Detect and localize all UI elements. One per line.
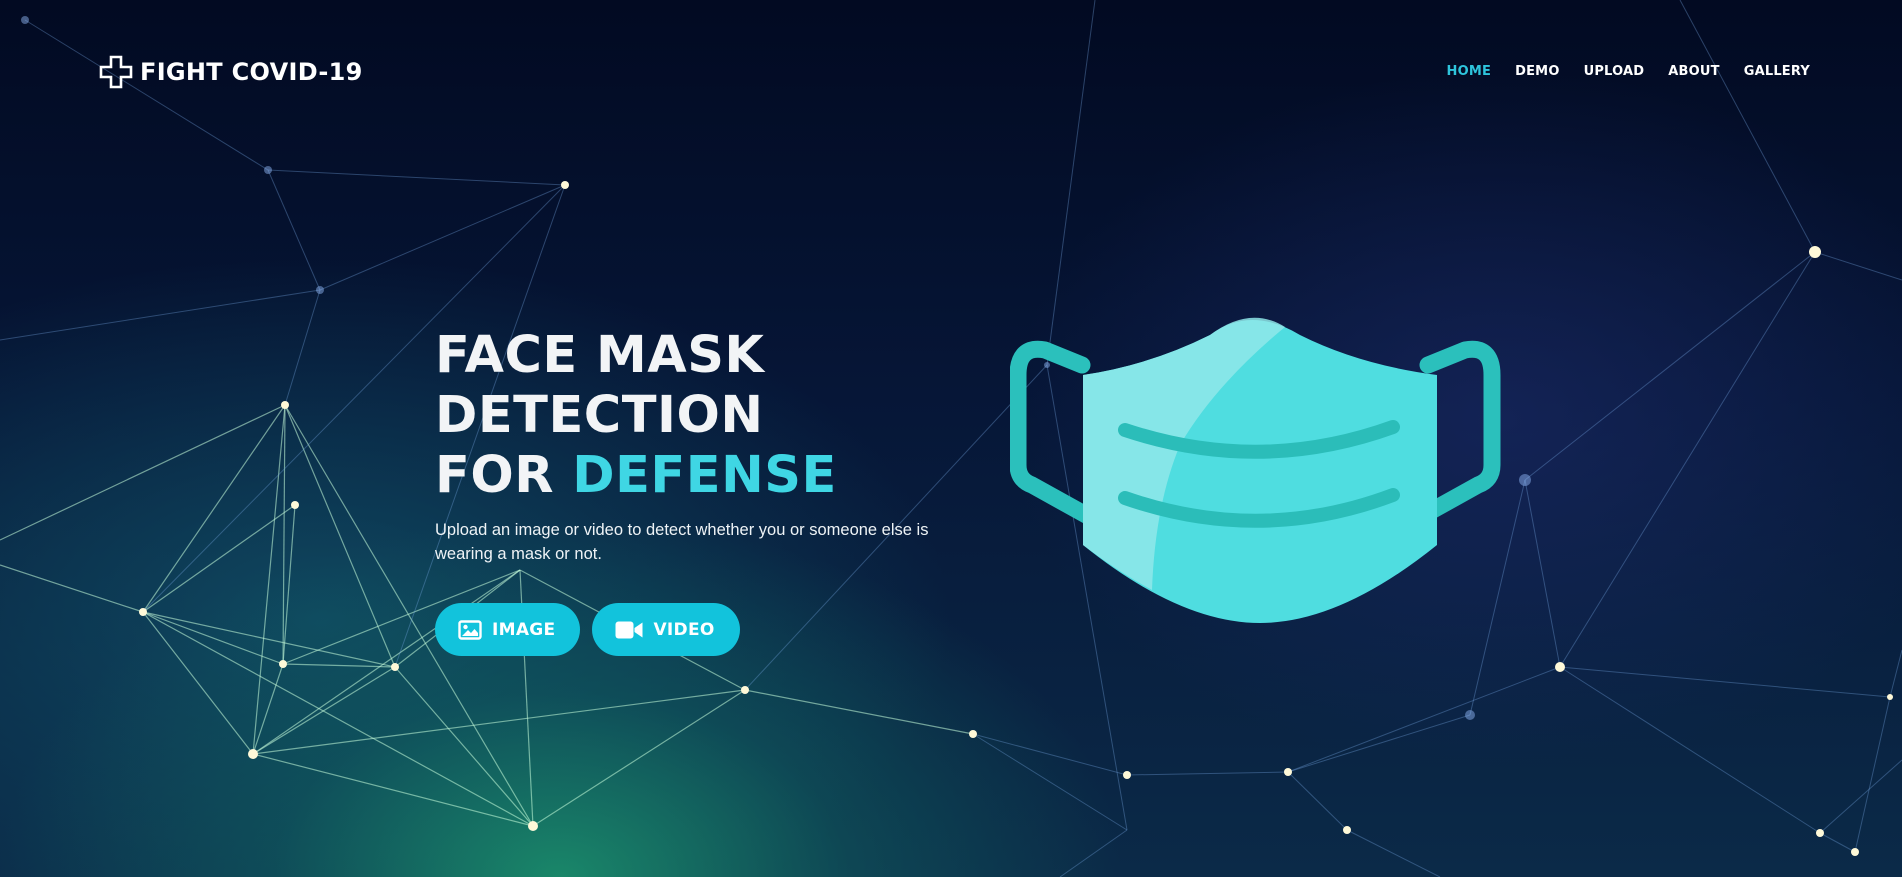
- face-mask-icon: [1010, 317, 1501, 623]
- video-camera-icon: [615, 621, 643, 638]
- hero-title-prefix: FOR: [435, 446, 573, 505]
- image-icon: [458, 619, 482, 640]
- hero-buttons: IMAGE VIDEO: [435, 603, 740, 656]
- hero-title-line3: FOR DEFENSE: [435, 446, 955, 506]
- hero-title-line1: FACE MASK: [435, 326, 765, 385]
- image-button-label: IMAGE: [492, 619, 556, 640]
- nav-home[interactable]: HOME: [1447, 64, 1492, 79]
- main-nav: HOME DEMO UPLOAD ABOUT GALLERY: [1447, 64, 1810, 79]
- hero-title: FACE MASK DETECTION FOR DEFENSE: [435, 326, 955, 506]
- nav-demo[interactable]: DEMO: [1515, 64, 1559, 79]
- video-button-label: VIDEO: [653, 619, 715, 640]
- hero-title-accent: DEFENSE: [572, 446, 837, 505]
- site-header: FIGHT COVID-19 HOME DEMO UPLOAD ABOUT GA…: [0, 0, 1902, 140]
- nav-about[interactable]: ABOUT: [1668, 64, 1719, 79]
- brand-name: FIGHT COVID-19: [140, 58, 363, 86]
- cross-icon: [99, 55, 133, 89]
- hero-section: FACE MASK DETECTION FOR DEFENSE Upload a…: [435, 326, 955, 566]
- nav-upload[interactable]: UPLOAD: [1584, 64, 1645, 79]
- nav-gallery[interactable]: GALLERY: [1744, 64, 1810, 79]
- image-button[interactable]: IMAGE: [435, 603, 581, 656]
- video-button[interactable]: VIDEO: [592, 603, 740, 656]
- hero-title-line2: DETECTION: [435, 386, 764, 445]
- hero-description: Upload an image or video to detect wheth…: [435, 521, 929, 563]
- brand-logo[interactable]: FIGHT COVID-19: [99, 55, 363, 89]
